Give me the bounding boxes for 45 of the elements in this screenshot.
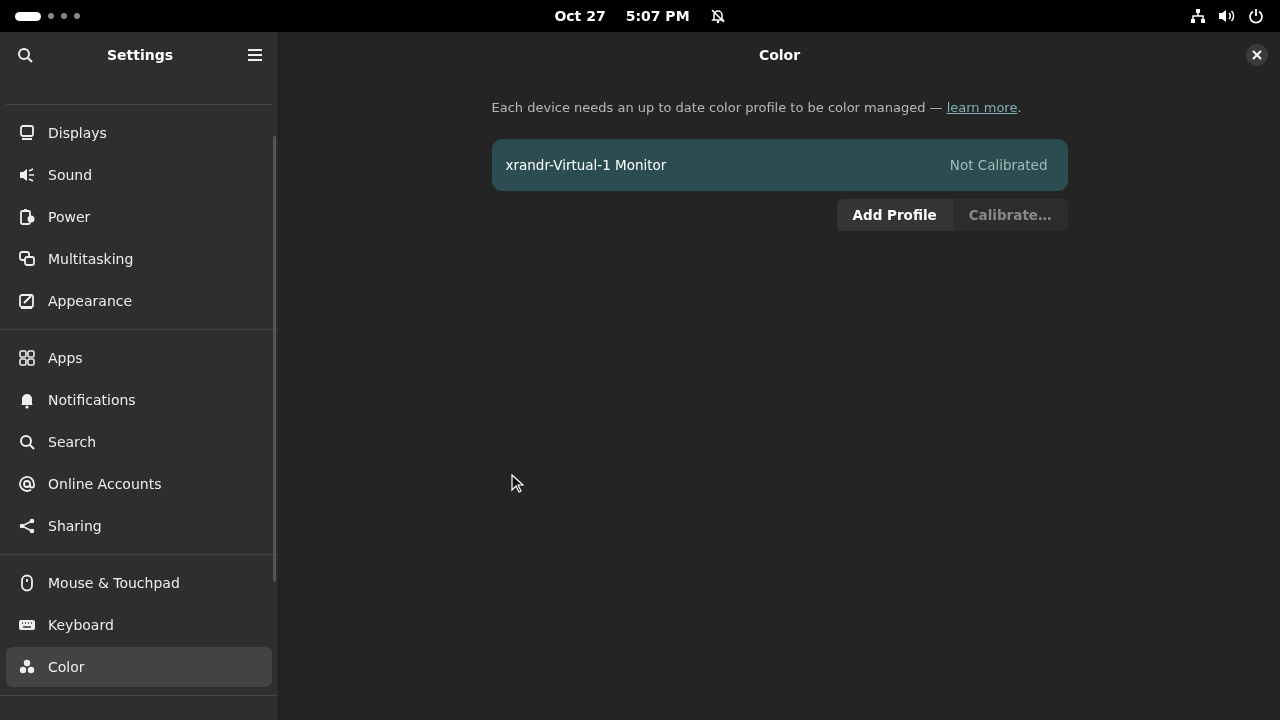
accounts-icon [18,475,36,493]
power-icon[interactable] [1248,8,1264,24]
device-status: Not Calibrated [949,157,1048,173]
time-label[interactable]: 5:07 PM [625,8,690,24]
apps-icon [18,349,36,367]
power-icon [18,208,36,226]
sidebar-item[interactable]: Sharing [6,506,272,546]
notifications-off-icon [709,8,726,24]
sidebar-item[interactable]: Search [6,422,272,462]
appearance-icon [18,292,36,310]
sidebar-item[interactable]: Displays [6,113,272,153]
multitasking-icon [18,250,36,268]
mouse-pointer-icon [511,474,525,494]
search-icon [16,46,34,64]
date-label[interactable]: Oct 27 [554,8,606,24]
sound-icon [18,166,36,184]
displays-icon [18,124,36,142]
device-row[interactable]: xrandr-Virtual-1 Monitor Not Calibrated [491,139,1068,191]
color-icon [18,658,36,676]
volume-icon[interactable] [1218,8,1236,24]
mouse-icon [18,574,36,592]
scrollbar[interactable] [273,136,276,582]
sidebar-item[interactable]: Online Accounts [6,464,272,504]
sidebar-item[interactable]: Keyboard [6,605,272,645]
sidebar-item[interactable]: Appearance [6,281,272,321]
description-text: Each device needs an up to date color profile to be color managed — learn more. [491,100,1023,115]
sidebar-item[interactable]: Multitasking [6,239,272,279]
network-icon[interactable] [1190,8,1206,24]
page-title: Color [758,47,801,63]
sidebar-item[interactable]: Mouse & Touchpad [6,563,272,603]
sidebar-title: Settings [106,47,174,63]
sidebar-item[interactable]: Apps [6,338,272,378]
workspace-indicator[interactable] [15,11,80,21]
close-icon [1252,50,1262,60]
close-button[interactable] [1246,44,1268,66]
sharing-icon [18,517,36,535]
menu-icon [246,46,264,64]
device-name: xrandr-Virtual-1 Monitor [505,157,667,173]
sidebar-item[interactable]: Color [6,647,272,687]
sidebar-item[interactable]: Notifications [6,380,272,420]
sidebar-item[interactable]: Sound [6,155,272,195]
sidebar-item[interactable]: Power [6,197,272,237]
search-icon [18,433,36,451]
learn-more-link[interactable]: learn more [946,100,1018,115]
add-profile-button[interactable]: Add Profile [836,199,953,231]
